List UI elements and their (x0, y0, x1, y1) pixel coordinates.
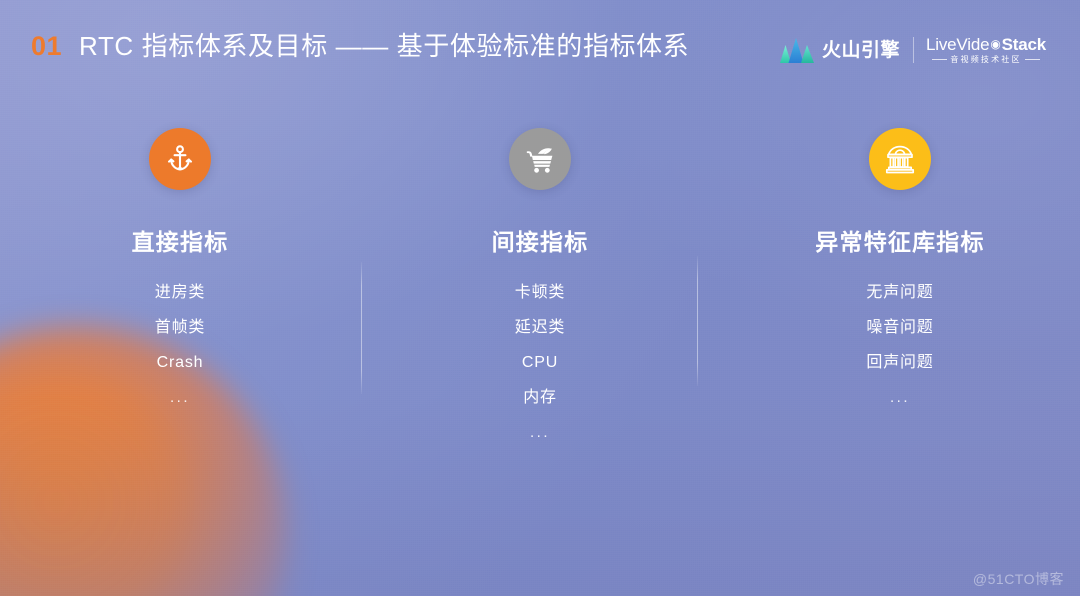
column-item-list: 无声问题 噪音问题 回声问题 ... (866, 284, 934, 406)
presentation-slide: 01 RTC 指标体系及目标 —— 基于体验标准的指标体系 火山引擎 LiveV… (0, 0, 1080, 596)
anchor-icon-badge (149, 128, 211, 190)
list-ellipsis: ... (169, 389, 190, 406)
volcano-engine-name: 火山引擎 (822, 39, 901, 61)
list-item: CPU (521, 354, 559, 371)
list-ellipsis: ... (889, 389, 910, 406)
list-item: 无声问题 (866, 284, 934, 301)
shopping-cart-icon-badge (509, 128, 571, 190)
list-item: 进房类 (154, 284, 206, 301)
list-item: 内存 (523, 389, 557, 406)
page-title: RTC 指标体系及目标 —— 基于体验标准的指标体系 (79, 30, 690, 61)
list-item: 噪音问题 (866, 319, 934, 336)
section-number: 01 (31, 30, 63, 61)
lvs-rule-right (1024, 59, 1040, 61)
mountain-icon (780, 38, 815, 63)
anchor-icon (167, 145, 193, 171)
bank-building-icon-badge (869, 128, 931, 190)
lvs-name-part2: Stack (1001, 35, 1047, 55)
livevideostack-name: LiveVide◉Stack (926, 36, 1046, 54)
column-heading: 直接指标 (131, 229, 229, 255)
lvs-rule-left (932, 59, 948, 61)
livevideostack-logo: LiveVide◉Stack 音视频技术社区 (926, 36, 1046, 64)
watermark: @51CTO博客 (972, 571, 1064, 587)
bank-building-icon (885, 145, 915, 174)
indicator-columns: 直接指标 进房类 首帧类 Crash ... 间接指标 卡顿类 延迟类 CPU … (0, 128, 1080, 440)
column-item-list: 卡顿类 延迟类 CPU 内存 ... (514, 284, 566, 441)
list-item: 首帧类 (154, 319, 206, 336)
brand-divider (913, 37, 915, 63)
slide-title-group: 01 RTC 指标体系及目标 —— 基于体验标准的指标体系 (31, 30, 690, 61)
lvs-dot-glyph: ◉ (990, 37, 1001, 52)
column-anomaly-indicators: 异常特征库指标 无声问题 噪音问题 回声问题 ... (720, 128, 1080, 440)
livevideostack-subtitle-row: 音视频技术社区 (926, 54, 1046, 64)
list-item: 延迟类 (514, 319, 566, 336)
livevideostack-subtitle: 音视频技术社区 (950, 54, 1022, 64)
list-item: Crash (156, 354, 204, 371)
slide-header: 01 RTC 指标体系及目标 —— 基于体验标准的指标体系 火山引擎 LiveV… (0, 0, 1080, 92)
list-ellipsis: ... (529, 424, 550, 441)
list-item: 卡顿类 (514, 284, 566, 301)
column-item-list: 进房类 首帧类 Crash ... (154, 284, 206, 406)
brand-logo-bar: 火山引擎 LiveVide◉Stack 音视频技术社区 (780, 30, 1046, 70)
list-item: 回声问题 (866, 354, 934, 371)
volcano-engine-logo: 火山引擎 (780, 36, 900, 64)
lvs-name-part1: LiveVide (926, 35, 990, 55)
column-heading: 异常特征库指标 (815, 229, 985, 255)
column-indirect-indicators: 间接指标 卡顿类 延迟类 CPU 内存 ... (360, 128, 720, 440)
column-heading: 间接指标 (491, 229, 589, 255)
shopping-cart-icon (526, 148, 553, 173)
column-direct-indicators: 直接指标 进房类 首帧类 Crash ... (0, 128, 360, 440)
